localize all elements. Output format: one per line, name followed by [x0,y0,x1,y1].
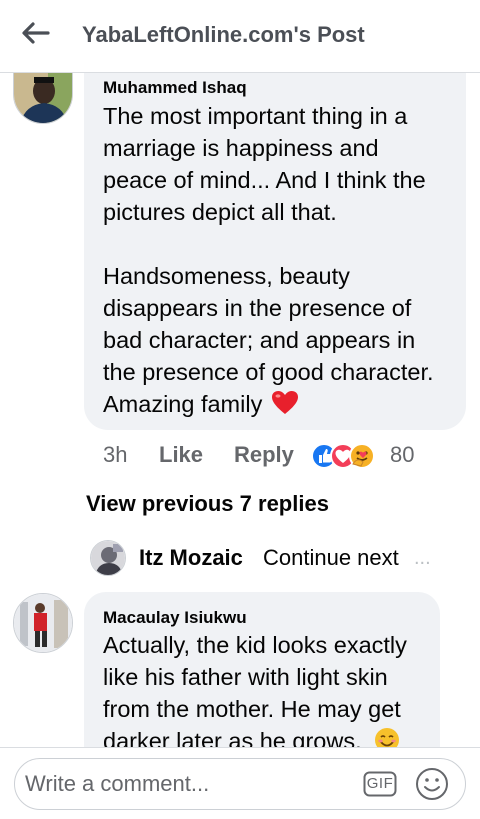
post-header: YabaLeftOnline.com's Post [0,0,480,73]
comment-input-placeholder: Write a comment... [25,771,210,796]
comment-composer: Write a comment... GIF [0,747,480,819]
comment-line: like his father with light skin [103,664,388,690]
comment-line: The most important thing in a [103,103,408,129]
comment-author[interactable]: Macaulay Isiukwu [103,608,247,628]
reply-author[interactable]: Itz Mozaic [139,545,243,571]
comment-time: 3h [103,442,128,467]
reaction-summary[interactable]: 80 [311,442,421,470]
comment-line: the presence of good character. [103,359,434,385]
avatar-photo [14,594,72,652]
comment-author[interactable]: Muhammed Ishaq [103,78,247,98]
comment-line: pictures depict all that. [103,199,337,225]
comment-meta: 3h Like Reply 80 [103,442,473,472]
red-heart-icon [271,391,298,414]
reply-ellipsis: ... [414,547,431,569]
comment-input[interactable]: Write a comment... GIF [14,758,466,810]
comment-text: The most important thing in a marriage i… [103,100,463,420]
emoji-icon[interactable] [415,767,449,801]
view-previous-replies-link[interactable]: View previous 7 replies [86,491,329,517]
comment-bubble: Muhammed Ishaq The most important thing … [84,66,466,430]
avatar [90,540,126,576]
comment-line: marriage is happiness and [103,135,379,161]
avatar[interactable] [13,70,73,124]
reaction-count: 80 [390,442,415,467]
page-title: YabaLeftOnline.com's Post [82,22,365,47]
avatar-photo [91,541,125,575]
comment-line: Actually, the kid looks exactly [103,632,407,658]
reply-button[interactable]: Reply [234,442,294,468]
avatar-photo [14,71,72,123]
reaction-icons [311,443,375,469]
reply-preview[interactable]: Itz Mozaic Continue next ... [88,538,480,578]
comment-line: from the mother. He may get [103,696,401,722]
comment-line: peace of mind... And I think the [103,167,426,193]
comment-line: Amazing family [103,388,463,420]
comment-line: Handsomeness, beauty [103,263,350,289]
comment-text: Actually, the kid looks exactly like his… [103,629,443,757]
like-button[interactable]: Like [159,442,203,468]
arrow-left-icon[interactable] [20,20,50,46]
avatar[interactable] [13,593,73,653]
gif-label: GIF [366,775,394,792]
reply-text: Continue next [263,545,399,570]
comment-line-text: Amazing family [103,391,263,417]
care-reaction-icon [349,443,375,469]
comment-line: bad character; and appears in [103,327,416,353]
comment-line: disappears in the presence of [103,295,412,321]
gif-button[interactable]: GIF [363,771,397,797]
